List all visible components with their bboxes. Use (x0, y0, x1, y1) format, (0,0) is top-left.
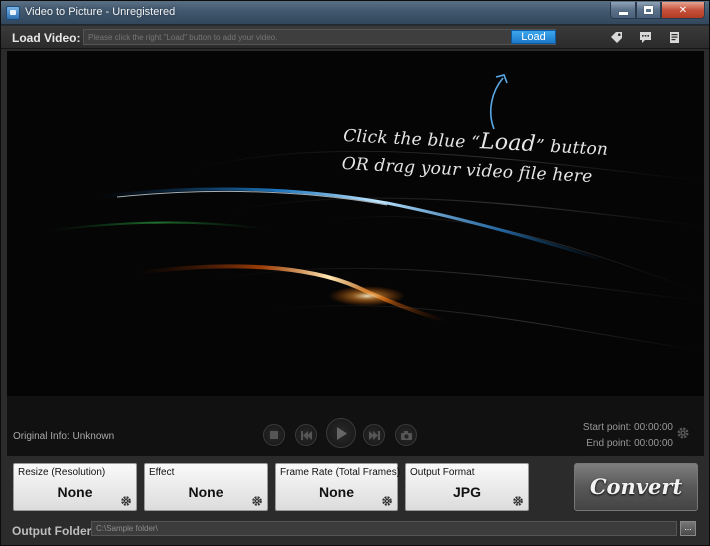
end-point: End point: 00:00:00 (586, 438, 673, 449)
hint-line1-prefix: Click the blue “ (342, 125, 481, 154)
minimize-button[interactable] (610, 2, 636, 19)
load-video-label: Load Video: (12, 31, 81, 45)
chat-icon[interactable] (639, 31, 652, 44)
trim-points: Start point: 00:00:00 End point: 00:00:0… (567, 420, 673, 452)
camera-icon (400, 430, 412, 440)
close-icon: ✕ (678, 4, 688, 16)
browse-folder-button[interactable]: ... (680, 521, 696, 536)
effect-gear-icon[interactable] (251, 495, 263, 507)
resize-gear-icon[interactable] (120, 495, 132, 507)
resize-title: Resize (Resolution) (18, 467, 106, 478)
play-icon (336, 426, 347, 440)
output-folder-bar: Output Folder: ... (1, 518, 709, 545)
trim-settings-gear-icon[interactable] (676, 426, 690, 440)
next-icon (368, 430, 380, 440)
app-window: Video to Picture - Unregistered ✕ Load V… (0, 0, 710, 546)
frame-rate-gear-icon[interactable] (381, 495, 393, 507)
previous-icon (300, 430, 312, 440)
maximize-icon (644, 6, 653, 14)
effect-panel[interactable]: Effect None (144, 463, 268, 511)
output-folder-label: Output Folder: (12, 524, 96, 538)
output-folder-input[interactable] (91, 521, 677, 536)
original-info: Original Info: Unknown (13, 431, 115, 442)
window-controls: ✕ (610, 2, 705, 19)
video-preview-area[interactable]: Click the blue “Load” button OR drag you… (7, 51, 704, 456)
resize-panel[interactable]: Resize (Resolution) None (13, 463, 137, 511)
app-logo-icon (6, 6, 20, 20)
hint-load-emphasis: Load (479, 129, 537, 158)
output-format-value: JPG (452, 484, 481, 500)
play-button[interactable] (326, 418, 356, 448)
convert-button[interactable]: Convert (574, 463, 698, 511)
video-drop-zone[interactable]: Click the blue “Load” button OR drag you… (7, 51, 704, 396)
notes-icon[interactable] (668, 31, 681, 44)
title-bar[interactable]: Video to Picture - Unregistered ✕ (1, 1, 709, 25)
frame-rate-panel[interactable]: Frame Rate (Total Frames) None (275, 463, 401, 511)
frame-rate-title: Frame Rate (Total Frames) (280, 467, 401, 478)
tag-icon[interactable] (610, 31, 623, 44)
next-button[interactable] (363, 424, 385, 446)
hint-line1-suffix: ” button (535, 136, 609, 160)
minimize-icon (618, 11, 628, 15)
player-controls: Original Info: Unknown Start point: 00:0… (7, 396, 704, 456)
resize-value: None (57, 484, 93, 500)
stop-button[interactable] (263, 424, 285, 446)
light-streaks-art (46, 74, 704, 352)
effect-title: Effect (149, 467, 175, 478)
previous-button[interactable] (295, 424, 317, 446)
frame-rate-value: None (319, 484, 354, 500)
output-format-gear-icon[interactable] (512, 495, 524, 507)
start-point: Start point: 00:00:00 (582, 422, 673, 433)
maximize-button[interactable] (636, 2, 661, 19)
effect-value: None (188, 484, 224, 500)
close-button[interactable]: ✕ (661, 2, 705, 19)
snapshot-button[interactable] (395, 424, 417, 446)
output-format-panel[interactable]: Output Format JPG (405, 463, 529, 511)
stop-icon (270, 431, 278, 439)
window-title: Video to Picture - Unregistered (25, 6, 176, 18)
load-video-bar: Load Video: Load (1, 26, 709, 49)
output-format-title: Output Format (410, 467, 475, 478)
video-path-input[interactable] (83, 29, 556, 45)
load-button[interactable]: Load (511, 30, 556, 44)
